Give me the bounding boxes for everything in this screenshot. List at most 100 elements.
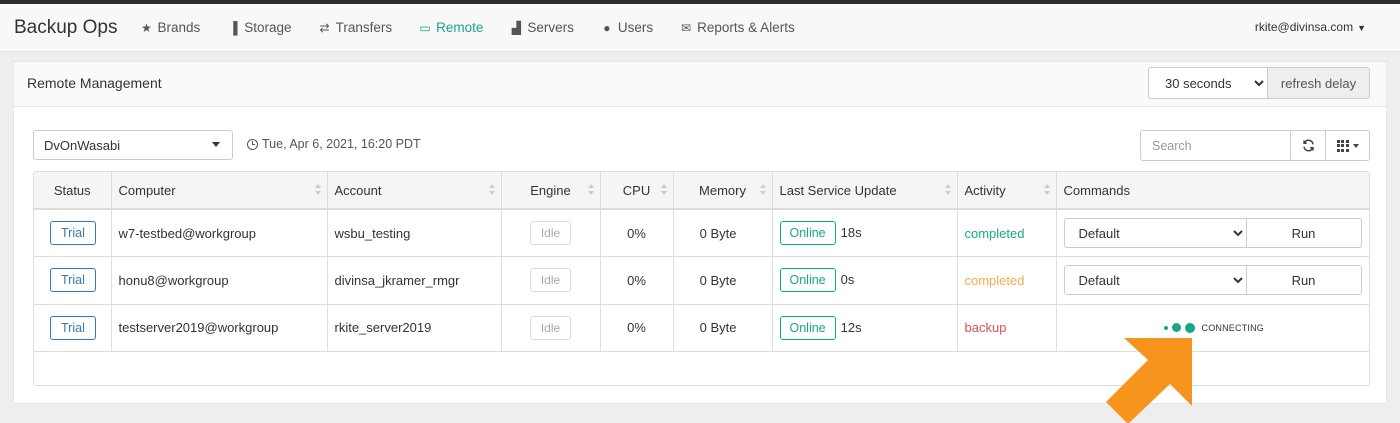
user-menu[interactable]: rkite@divinsa.com ▼ bbox=[1255, 20, 1366, 34]
activity-cell: backup bbox=[957, 304, 1057, 352]
cpu-cell: 0% bbox=[600, 304, 674, 352]
memory-cell: 0 Byte bbox=[673, 209, 773, 257]
sort-icon bbox=[587, 184, 594, 196]
monitor-icon: ▭ bbox=[419, 20, 431, 35]
online-badge: Online bbox=[779, 268, 836, 293]
nav-brands[interactable]: ★ Brands bbox=[140, 20, 201, 35]
nav-users[interactable]: ● Users bbox=[600, 20, 653, 35]
connecting-indicator: CONNECTING bbox=[1064, 322, 1370, 333]
account-cell: rkite_server2019 bbox=[327, 304, 502, 352]
header-label: Engine bbox=[530, 182, 571, 198]
computer-cell: honu8@workgroup bbox=[111, 256, 328, 305]
status-cell: Trial bbox=[34, 256, 112, 305]
command-select[interactable]: Default bbox=[1063, 265, 1247, 296]
caret-down-icon bbox=[212, 142, 220, 147]
sort-icon bbox=[944, 184, 951, 196]
command-group: Default Run bbox=[1063, 265, 1370, 296]
nav-transfers[interactable]: ⇄ Transfers bbox=[318, 20, 393, 35]
nav-storage[interactable]: ▐ Storage bbox=[226, 20, 292, 35]
nav-reports-alerts[interactable]: ✉ Reports & Alerts bbox=[679, 20, 795, 35]
activity-cell: completed bbox=[957, 209, 1057, 257]
commands-cell: Default Run bbox=[1056, 209, 1369, 257]
refresh-button[interactable] bbox=[1290, 130, 1326, 161]
engine-badge: Idle bbox=[529, 221, 572, 245]
orange-arrow-icon bbox=[1106, 338, 1192, 423]
online-badge: Online bbox=[779, 221, 836, 245]
panel-title: Remote Management bbox=[27, 75, 162, 91]
signal-icon: ▟ bbox=[511, 20, 521, 35]
refresh-delay-select[interactable]: 30 seconds bbox=[1148, 67, 1267, 99]
sort-icon bbox=[488, 184, 495, 196]
header-account[interactable]: Account bbox=[327, 172, 502, 210]
users-icon: ● bbox=[603, 20, 611, 35]
status-badge[interactable]: Trial bbox=[50, 268, 96, 293]
nav-label: Storage bbox=[244, 20, 292, 35]
main-nav: ★ Brands ▐ Storage ⇄ Transfers ▭ Remote ▟ Ser… bbox=[140, 20, 821, 35]
run-button[interactable]: Run bbox=[1246, 265, 1362, 296]
header-engine[interactable]: Engine bbox=[501, 172, 601, 210]
status-badge[interactable]: Trial bbox=[50, 221, 96, 245]
header-label: Memory bbox=[699, 182, 746, 198]
header-commands: Commands bbox=[1056, 172, 1369, 210]
nav-label: Servers bbox=[527, 20, 574, 35]
nav-label: Reports & Alerts bbox=[697, 20, 795, 35]
refresh-icon bbox=[1302, 139, 1314, 152]
header-status[interactable]: Status bbox=[34, 172, 112, 210]
table-toolbar: DvOnWasabi Tue, Apr 6, 2021, 16:20 PDT bbox=[33, 130, 1370, 162]
top-navbar: Backup Ops ★ Brands ▐ Storage ⇄ Transfers ▭… bbox=[0, 4, 1400, 52]
header-label: Last Service Update bbox=[779, 182, 897, 198]
command-group: Default Run bbox=[1063, 218, 1370, 248]
nav-label: Transfers bbox=[335, 20, 393, 35]
sort-icon bbox=[314, 184, 321, 196]
header-last-service-update[interactable]: Last Service Update bbox=[772, 172, 958, 210]
sort-icon bbox=[759, 184, 766, 196]
connecting-label: CONNECTING bbox=[1201, 322, 1264, 333]
header-cpu[interactable]: CPU bbox=[600, 172, 674, 210]
command-select[interactable]: Default bbox=[1063, 218, 1247, 248]
transfer-icon: ⇄ bbox=[319, 20, 330, 35]
grid-icon bbox=[1336, 139, 1349, 152]
engine-cell: Idle bbox=[501, 209, 601, 257]
nav-label: Brands bbox=[157, 20, 201, 35]
engine-cell: Idle bbox=[501, 304, 601, 352]
timestamp-text: Tue, Apr 6, 2021, 16:20 PDT bbox=[262, 137, 421, 151]
service-cell: Online 12s bbox=[772, 304, 958, 352]
envelope-icon: ✉ bbox=[681, 20, 692, 35]
cpu-cell: 0% bbox=[600, 209, 674, 257]
computer-cell: w7-testbed@workgroup bbox=[111, 209, 328, 257]
header-label: Computer bbox=[118, 182, 176, 198]
account-cell: divinsa_jkramer_rmgr bbox=[327, 256, 502, 305]
user-email: rkite@divinsa.com bbox=[1254, 20, 1354, 34]
brand-dropdown[interactable]: DvOnWasabi bbox=[33, 130, 233, 160]
header-label: Activity bbox=[964, 182, 1006, 198]
memory-cell: 0 Byte bbox=[673, 256, 773, 305]
sort-icon bbox=[1043, 184, 1050, 196]
refresh-delay-control: 30 seconds refresh delay bbox=[1148, 67, 1370, 99]
status-badge[interactable]: Trial bbox=[50, 315, 96, 340]
bar-chart-icon: ▐ bbox=[229, 20, 238, 35]
activity-cell: completed bbox=[957, 256, 1057, 305]
memory-cell: 0 Byte bbox=[673, 304, 773, 352]
brand-title[interactable]: Backup Ops bbox=[14, 17, 118, 39]
nav-remote[interactable]: ▭ Remote bbox=[418, 20, 483, 35]
commands-cell: Default Run bbox=[1056, 256, 1370, 305]
header-label: Account bbox=[334, 182, 382, 198]
cpu-cell: 0% bbox=[600, 256, 674, 305]
search-input[interactable] bbox=[1140, 130, 1298, 161]
header-computer[interactable]: Computer bbox=[111, 172, 328, 210]
service-cell: Online 0s bbox=[772, 256, 958, 305]
caret-down-icon bbox=[1352, 143, 1359, 148]
engine-badge: Idle bbox=[529, 268, 572, 293]
service-age: 18s bbox=[840, 225, 862, 240]
header-memory[interactable]: Memory bbox=[673, 172, 773, 210]
service-cell: Online 18s bbox=[772, 209, 958, 257]
computer-cell: testserver2019@workgroup bbox=[111, 304, 328, 352]
nav-servers[interactable]: ▟ Servers bbox=[509, 20, 574, 35]
caret-down-icon: ▼ bbox=[1357, 23, 1366, 33]
columns-toggle-button[interactable] bbox=[1325, 130, 1370, 161]
header-activity[interactable]: Activity bbox=[957, 172, 1057, 210]
table-header-row: Status Computer Account Engine CPU Memor… bbox=[34, 172, 1369, 210]
status-cell: Trial bbox=[34, 209, 112, 257]
timestamp: Tue, Apr 6, 2021, 16:20 PDT bbox=[247, 137, 421, 151]
run-button[interactable]: Run bbox=[1246, 218, 1362, 248]
